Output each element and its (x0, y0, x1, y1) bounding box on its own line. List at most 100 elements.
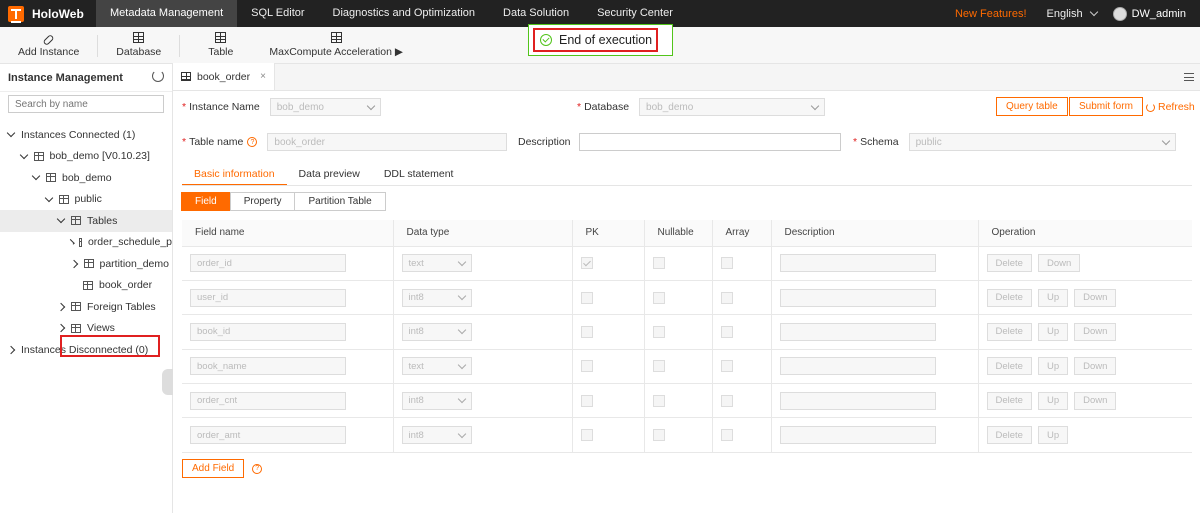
chevron-right-icon[interactable] (69, 259, 78, 268)
down-button[interactable]: Down (1037, 254, 1081, 273)
delete-button[interactable]: Delete (986, 288, 1032, 307)
chevron-right-icon[interactable] (56, 302, 66, 311)
up-button[interactable]: Up (1037, 322, 1069, 341)
pk-checkbox[interactable] (580, 291, 593, 304)
submit-form-button[interactable]: Submit form (1069, 97, 1143, 116)
field-name-input[interactable]: user_id (190, 288, 346, 307)
field-description-input[interactable] (779, 357, 936, 376)
field-name-input[interactable]: order_amt (190, 426, 346, 445)
down-button[interactable]: Down (1074, 357, 1117, 376)
up-button[interactable]: Up (1037, 357, 1069, 376)
pk-checkbox[interactable] (580, 394, 593, 407)
field-name-input[interactable]: order_id (190, 254, 346, 273)
tree-node-instances-connected-1[interactable]: Instances Connected (1) (0, 124, 172, 146)
down-button[interactable]: Down (1074, 322, 1117, 341)
help-icon[interactable]: ? (252, 463, 263, 474)
sidebar-collapse-handle[interactable] (162, 369, 173, 395)
nav-item-data-solution[interactable]: Data Solution (489, 0, 583, 27)
data-type-select[interactable]: text (401, 357, 472, 376)
tree-node-foreign-tables[interactable]: Foreign Tables (0, 296, 172, 318)
delete-button[interactable]: Delete (986, 254, 1032, 273)
field-description-input[interactable] (779, 426, 936, 445)
nullable-checkbox[interactable] (652, 394, 665, 407)
pk-checkbox[interactable] (580, 257, 593, 270)
tree-node-bob-demo-v0-10-23[interactable]: bob_demo [V0.10.23] (0, 146, 172, 168)
nav-item-diagnostics-and-optimization[interactable]: Diagnostics and Optimization (319, 0, 489, 27)
nav-item-security-center[interactable]: Security Center (583, 0, 687, 27)
tab-data-preview[interactable]: Data preview (287, 162, 372, 186)
chevron-down-icon[interactable] (31, 172, 41, 181)
query-table-button[interactable]: Query table (996, 97, 1068, 116)
add-instance-button[interactable]: Add Instance (0, 33, 89, 63)
refresh-button[interactable]: Refresh (1146, 101, 1195, 113)
up-button[interactable]: Up (1037, 426, 1069, 445)
nullable-checkbox[interactable] (652, 360, 665, 373)
chevron-down-icon[interactable] (56, 215, 66, 224)
field-name-input[interactable]: book_name (190, 357, 346, 376)
tab-book-order[interactable]: book_order × (173, 63, 275, 90)
tab-ddl-statement[interactable]: DDL statement (372, 162, 466, 186)
field-name-input[interactable]: order_cnt (190, 391, 346, 410)
chevron-right-icon[interactable] (68, 239, 74, 245)
delete-button[interactable]: Delete (986, 357, 1032, 376)
down-button[interactable]: Down (1074, 391, 1117, 410)
database-button[interactable]: Database (106, 32, 171, 63)
data-type-select[interactable]: int8 (401, 391, 472, 410)
nav-item-metadata-management[interactable]: Metadata Management (96, 0, 238, 27)
chevron-down-icon[interactable] (6, 129, 16, 138)
field-description-input[interactable] (779, 254, 936, 273)
maxcompute-acceleration-button[interactable]: MaxCompute Acceleration ▶ (253, 32, 413, 63)
array-checkbox[interactable] (720, 360, 733, 373)
new-features-link[interactable]: New Features! (955, 8, 1027, 20)
tree-node-partition-demo[interactable]: partition_demo (0, 253, 172, 275)
nav-item-sql-editor[interactable]: SQL Editor (237, 0, 318, 27)
nullable-checkbox[interactable] (652, 291, 665, 304)
refresh-icon[interactable] (152, 70, 164, 82)
menu-icon[interactable] (1184, 73, 1194, 81)
language-selector[interactable]: English (1047, 8, 1098, 20)
table-button[interactable]: Table (188, 32, 253, 63)
delete-button[interactable]: Delete (986, 426, 1032, 445)
instance-name-select[interactable]: bob_demo (269, 98, 381, 116)
pk-checkbox[interactable] (580, 429, 593, 442)
help-icon[interactable]: ? (247, 137, 258, 147)
data-type-select[interactable]: text (401, 254, 472, 273)
field-name-input[interactable]: book_id (190, 322, 346, 341)
up-button[interactable]: Up (1037, 288, 1069, 307)
nullable-checkbox[interactable] (652, 429, 665, 442)
tree-node-tables[interactable]: Tables (0, 210, 172, 232)
delete-button[interactable]: Delete (986, 391, 1032, 410)
delete-button[interactable]: Delete (986, 322, 1032, 341)
chevron-right-icon[interactable] (56, 324, 66, 333)
search-input[interactable] (8, 95, 164, 113)
field-description-input[interactable] (779, 391, 936, 410)
chevron-down-icon[interactable] (44, 193, 53, 202)
field-description-input[interactable] (779, 322, 936, 341)
up-button[interactable]: Up (1037, 391, 1069, 410)
tree-node-bob-demo[interactable]: bob_demo (0, 167, 172, 189)
add-field-button[interactable]: Add Field (182, 459, 245, 478)
nullable-checkbox[interactable] (652, 257, 665, 270)
pk-checkbox[interactable] (580, 325, 593, 338)
database-select[interactable]: bob_demo (639, 98, 826, 116)
tree-node-public[interactable]: public (0, 189, 172, 211)
array-checkbox[interactable] (720, 325, 733, 338)
nullable-checkbox[interactable] (652, 325, 665, 338)
user-menu[interactable]: DW_admin (1112, 6, 1186, 21)
tree-node-book-order[interactable]: book_order (0, 275, 172, 297)
tree-node-order-schedule-p[interactable]: order_schedule_p (0, 232, 172, 254)
data-type-select[interactable]: int8 (401, 426, 472, 445)
schema-select[interactable]: public (908, 133, 1176, 151)
pk-checkbox[interactable] (580, 360, 593, 373)
segment-partition-table[interactable]: Partition Table (294, 192, 386, 211)
array-checkbox[interactable] (720, 429, 733, 442)
down-button[interactable]: Down (1074, 288, 1117, 307)
logo[interactable]: HoloWeb (0, 5, 96, 23)
segment-field[interactable]: Field (181, 192, 231, 211)
field-description-input[interactable] (779, 288, 936, 307)
description-input[interactable] (578, 133, 841, 151)
chevron-right-icon[interactable] (6, 345, 16, 354)
close-icon[interactable]: × (260, 71, 266, 82)
tab-basic-information[interactable]: Basic information (182, 162, 287, 186)
table-name-input[interactable]: book_order (267, 133, 508, 151)
